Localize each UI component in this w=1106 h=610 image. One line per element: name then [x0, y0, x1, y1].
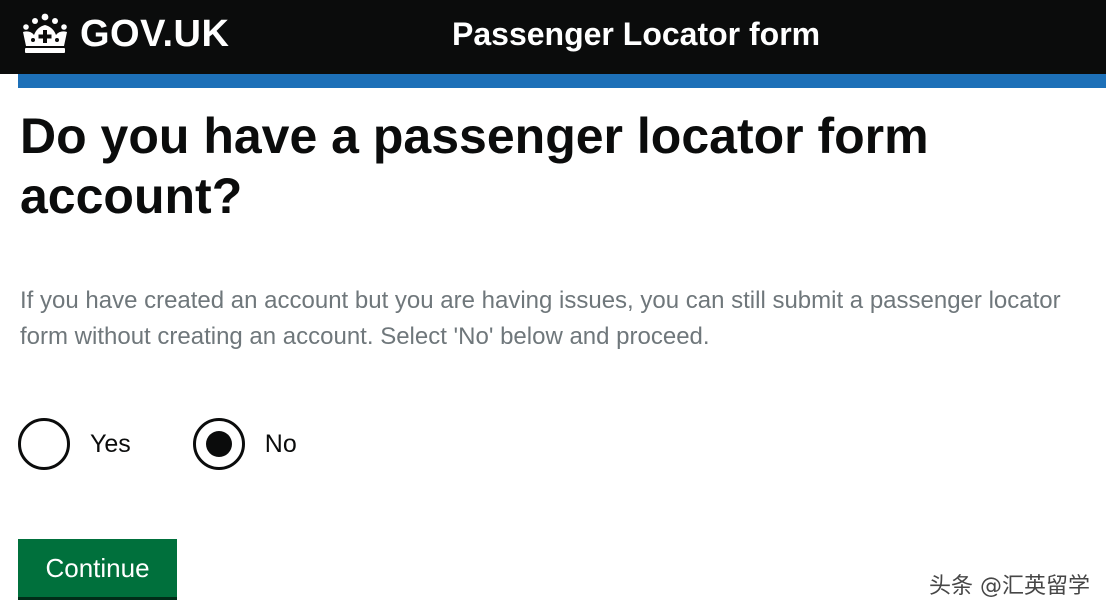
radio-selected-dot: [205, 431, 232, 457]
govuk-logo-text: GOV.UK: [80, 13, 230, 55]
radio-option-yes[interactable]: Yes: [18, 418, 131, 470]
account-radio-group: Yes No: [18, 418, 297, 470]
page-heading: Do you have a passenger locator form acc…: [20, 108, 929, 224]
crown-icon: [23, 13, 67, 53]
watermark-text: 头条 @汇英留学: [929, 574, 1090, 599]
hint-text: If you have created an account but you a…: [20, 287, 1061, 350]
radio-yes-label[interactable]: Yes: [90, 430, 131, 459]
radio-no-button[interactable]: [192, 418, 245, 470]
govuk-home-link[interactable]: GOV.UK: [18, 12, 229, 56]
continue-button[interactable]: Continue: [18, 539, 177, 597]
service-name-link[interactable]: Passenger Locator form: [452, 14, 820, 54]
radio-yes-button[interactable]: [18, 418, 70, 470]
site-header: GOV.UK Passenger Locator form: [0, 0, 1106, 74]
header-accent-bar: [18, 74, 1106, 88]
radio-no-label[interactable]: No: [265, 430, 297, 459]
radio-option-no[interactable]: No: [192, 418, 297, 470]
